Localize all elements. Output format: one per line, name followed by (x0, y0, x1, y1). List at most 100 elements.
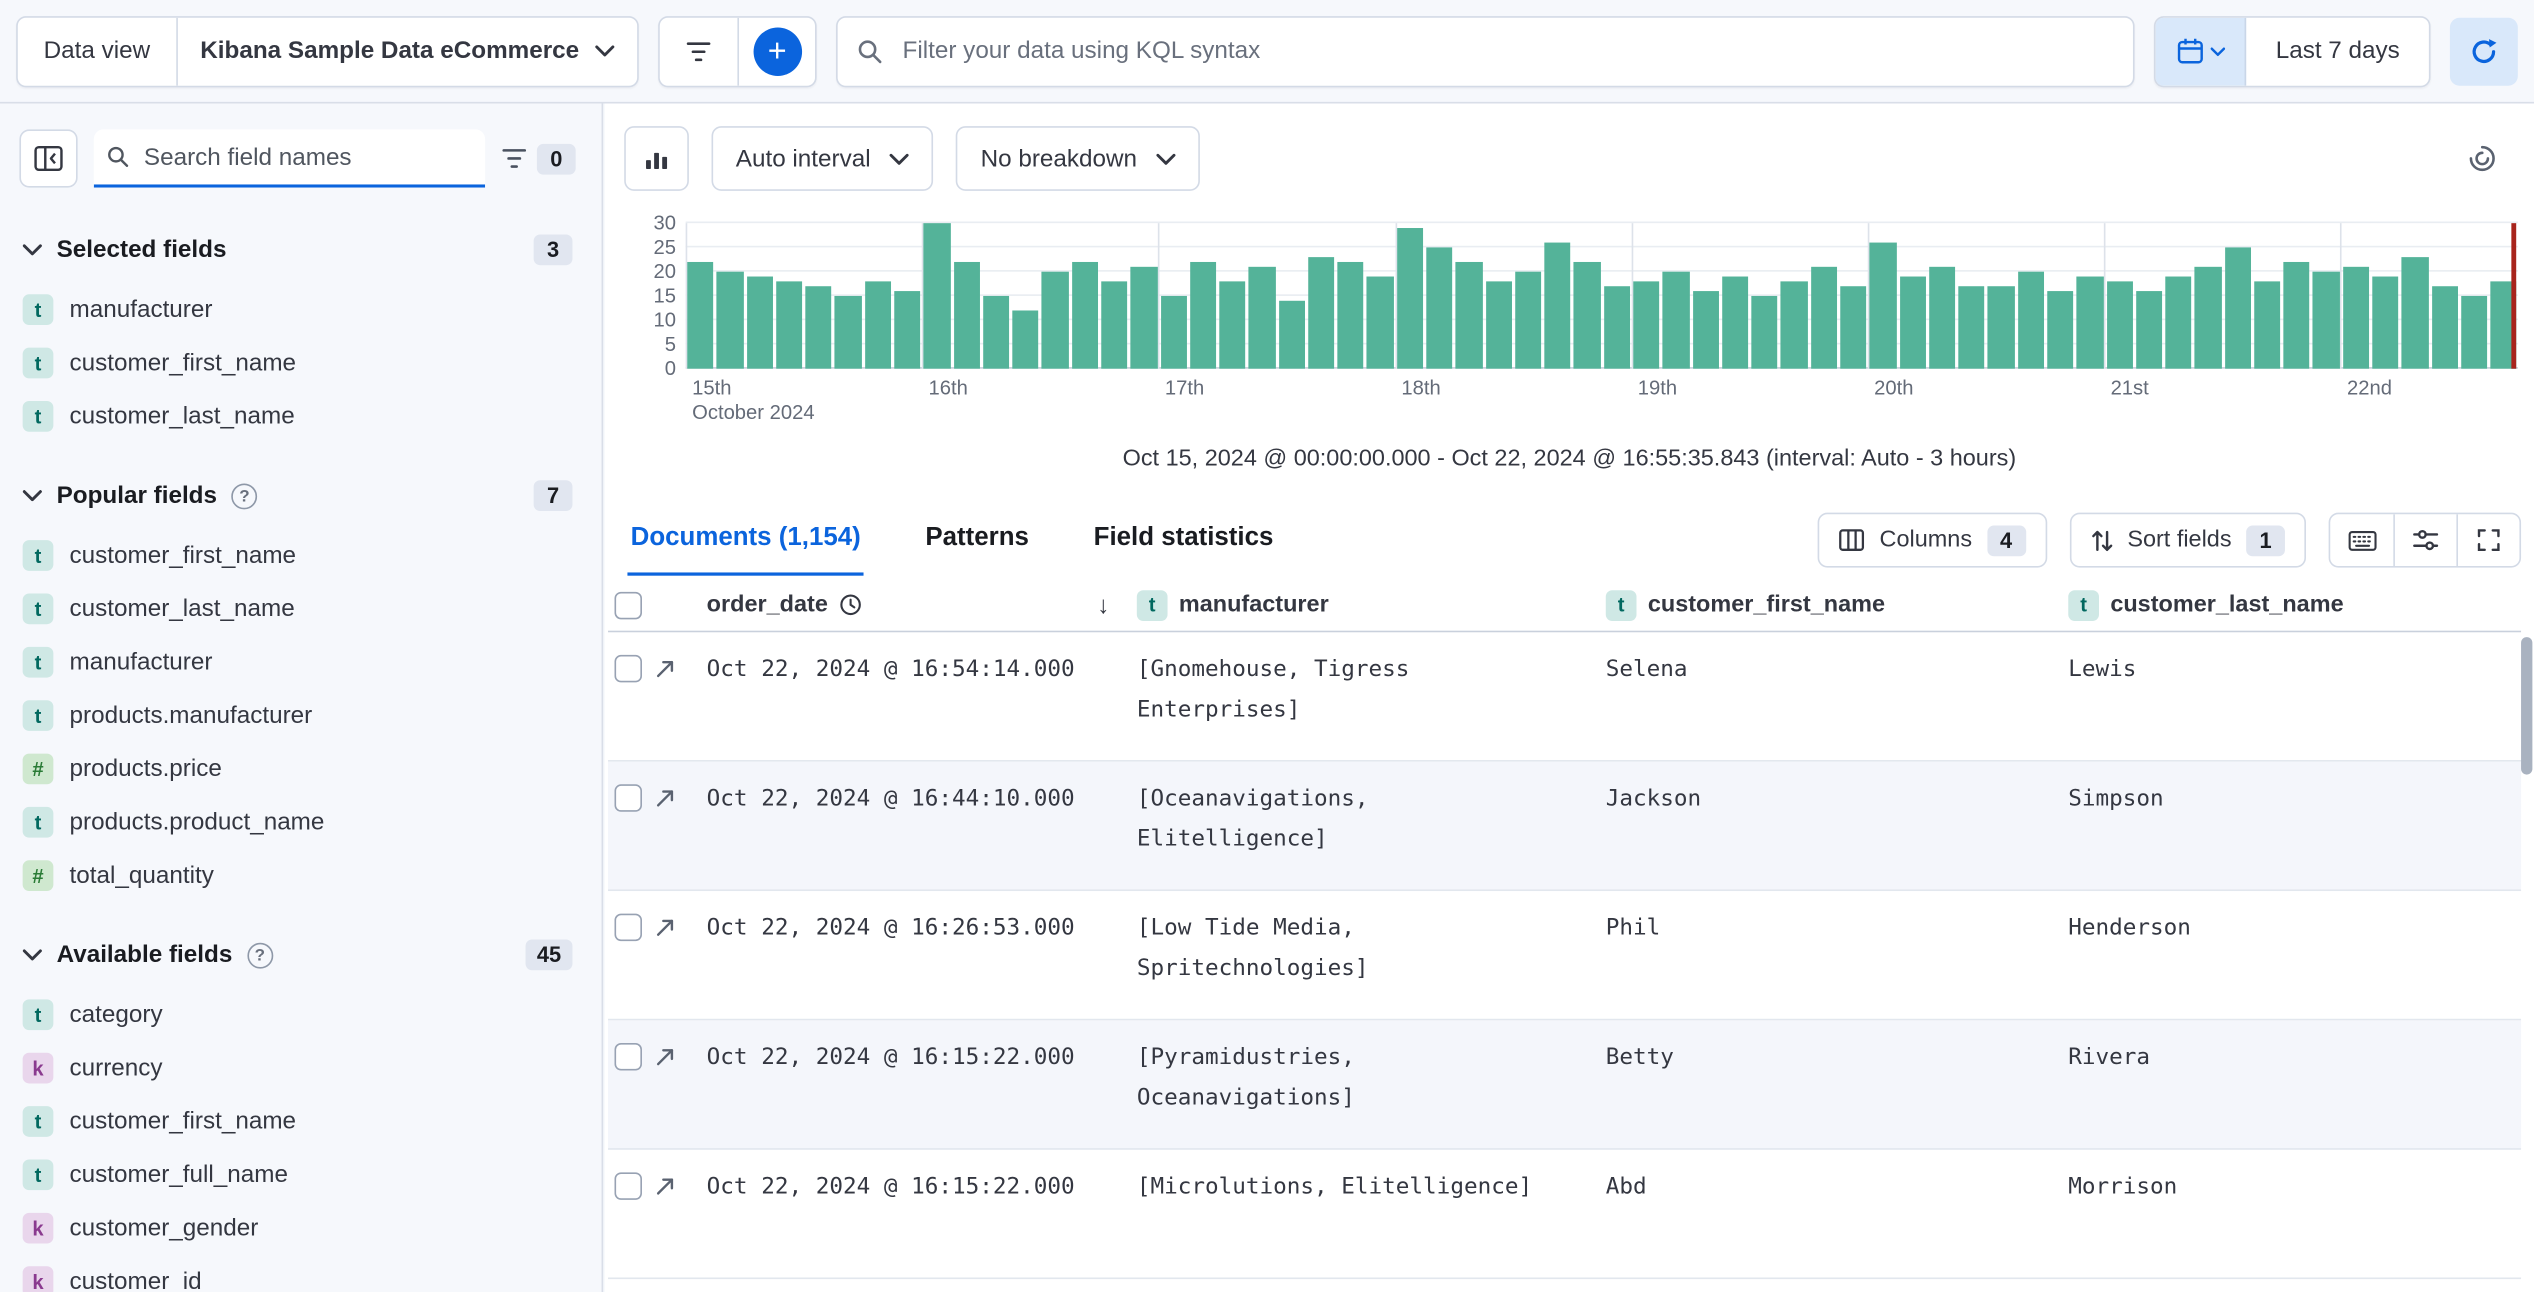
field-item-customer_first_name[interactable]: t customer_first_name (19, 1095, 575, 1148)
histogram-bar[interactable] (2313, 271, 2340, 369)
row-checkbox[interactable] (614, 1172, 642, 1200)
expand-document-icon[interactable] (655, 1176, 676, 1197)
fullscreen-button[interactable] (2456, 514, 2519, 566)
histogram-bar[interactable] (805, 286, 832, 369)
expand-document-icon[interactable] (655, 658, 676, 679)
histogram-bar[interactable] (2401, 257, 2429, 369)
tab-field-statistics[interactable]: Field statistics (1090, 505, 1276, 576)
time-range-button[interactable]: Last 7 days (2247, 17, 2429, 85)
histogram-bar[interactable] (1308, 257, 1335, 369)
row-checkbox[interactable] (614, 784, 642, 812)
field-item-customer_gender[interactable]: k customer_gender (19, 1202, 575, 1255)
tab-documents[interactable]: Documents (1,154) (627, 505, 864, 576)
section-header-selected-fields[interactable]: Selected fields 3 (19, 217, 575, 283)
histogram-bar[interactable] (2194, 266, 2222, 369)
field-item-manufacturer[interactable]: t manufacturer (19, 283, 575, 336)
data-view-select[interactable]: Kibana Sample Data eCommerce (178, 17, 638, 85)
row-checkbox[interactable] (614, 654, 642, 683)
histogram-bar[interactable] (1810, 266, 1837, 369)
histogram-bar[interactable] (1012, 310, 1039, 369)
sort-descending-icon[interactable]: ↓ (1097, 591, 1109, 618)
histogram-bar[interactable] (1485, 281, 1512, 369)
histogram-bar[interactable] (2017, 271, 2044, 369)
histogram-bar[interactable] (2431, 286, 2458, 369)
histogram-bar[interactable] (1337, 261, 1364, 369)
histogram-bar[interactable] (1160, 295, 1187, 369)
histogram-bar[interactable] (2076, 276, 2104, 369)
field-search-input[interactable] (140, 141, 473, 173)
field-search-box[interactable] (93, 129, 486, 188)
section-header-popular-fields[interactable]: Popular fields? 7 (19, 462, 575, 528)
collapse-sidebar-button[interactable] (19, 129, 78, 188)
histogram-bar[interactable] (2342, 266, 2370, 369)
histogram-bar[interactable] (746, 276, 773, 369)
histogram-bar[interactable] (2254, 281, 2281, 369)
histogram-bar[interactable] (1662, 271, 1690, 369)
histogram-bar[interactable] (716, 271, 744, 369)
display-options-button[interactable] (2393, 514, 2456, 566)
add-filter-button[interactable]: + (737, 16, 816, 85)
histogram-bar[interactable] (1899, 276, 1926, 369)
histogram-bar[interactable] (1278, 300, 1305, 369)
histogram-bar[interactable] (864, 281, 891, 369)
histogram-bar[interactable] (1426, 247, 1453, 369)
histogram-bar[interactable] (687, 261, 714, 369)
histogram-bar[interactable] (2165, 276, 2192, 369)
histogram-bar[interactable] (1721, 276, 1749, 369)
histogram-bar[interactable] (1869, 242, 1897, 369)
edit-visualization-button[interactable] (624, 126, 689, 191)
histogram-bar[interactable] (1544, 242, 1571, 369)
row-checkbox[interactable] (614, 913, 642, 942)
field-item-currency[interactable]: k currency (19, 1041, 575, 1094)
field-item-products.product_name[interactable]: t products.product_name (19, 796, 575, 849)
histogram-bar[interactable] (1189, 261, 1217, 369)
field-item-customer_first_name[interactable]: t customer_first_name (19, 529, 575, 582)
histogram-bar[interactable] (2106, 281, 2133, 369)
histogram-bar[interactable] (1130, 266, 1158, 369)
histogram-bar[interactable] (2283, 261, 2310, 369)
ai-assistant-button[interactable] (2453, 129, 2511, 187)
field-item-products.manufacturer[interactable]: t products.manufacturer (19, 689, 575, 742)
expand-document-icon[interactable] (655, 1046, 676, 1067)
histogram-bar[interactable] (2047, 291, 2074, 369)
section-header-available-fields[interactable]: Available fields? 45 (19, 922, 575, 988)
vertical-scrollbar[interactable] (2521, 637, 2533, 775)
filters-button[interactable] (660, 17, 738, 85)
histogram-bar[interactable] (2372, 276, 2399, 369)
histogram-bar[interactable] (982, 295, 1010, 369)
histogram-bar[interactable] (775, 281, 803, 369)
kql-search-bar[interactable] (836, 15, 2136, 87)
field-item-products.price[interactable]: # products.price (19, 742, 575, 795)
refresh-button[interactable] (2449, 16, 2518, 85)
breakdown-dropdown[interactable]: No breakdown (956, 126, 1201, 191)
histogram-bar[interactable] (1455, 261, 1483, 369)
kql-input[interactable] (899, 35, 2115, 67)
header-customer-first-name[interactable]: t customer_first_name (1594, 589, 2056, 621)
histogram-bar[interactable] (1101, 281, 1128, 369)
date-picker-button[interactable] (2156, 16, 2247, 85)
field-item-customer_last_name[interactable]: t customer_last_name (19, 390, 575, 443)
histogram-bar[interactable] (1988, 286, 2015, 369)
histogram-bar[interactable] (1248, 266, 1276, 369)
histogram-bar[interactable] (2224, 247, 2251, 369)
expand-document-icon[interactable] (655, 788, 676, 809)
header-order-date[interactable]: order_date ↓ (695, 591, 1125, 618)
header-customer-last-name[interactable]: t customer_last_name (2057, 589, 2521, 621)
histogram-bar[interactable] (1692, 291, 1719, 369)
header-manufacturer[interactable]: t manufacturer (1126, 589, 1595, 621)
select-all-checkbox[interactable] (614, 591, 642, 619)
histogram-bar[interactable] (923, 223, 951, 369)
histogram-bar[interactable] (953, 261, 980, 369)
histogram-bar[interactable] (1928, 266, 1956, 369)
field-item-category[interactable]: t category (19, 988, 575, 1041)
histogram-bar[interactable] (1633, 281, 1660, 369)
histogram-bar[interactable] (1958, 286, 1985, 369)
histogram-bar[interactable] (1751, 295, 1778, 369)
histogram-bar[interactable] (1042, 271, 1069, 369)
field-item-manufacturer[interactable]: t manufacturer (19, 636, 575, 689)
histogram-bar[interactable] (1840, 286, 1867, 369)
keyboard-shortcuts-button[interactable] (2330, 514, 2393, 566)
field-item-customer_full_name[interactable]: t customer_full_name (19, 1148, 575, 1201)
histogram-bar[interactable] (894, 291, 921, 369)
histogram-bar[interactable] (1574, 261, 1601, 369)
